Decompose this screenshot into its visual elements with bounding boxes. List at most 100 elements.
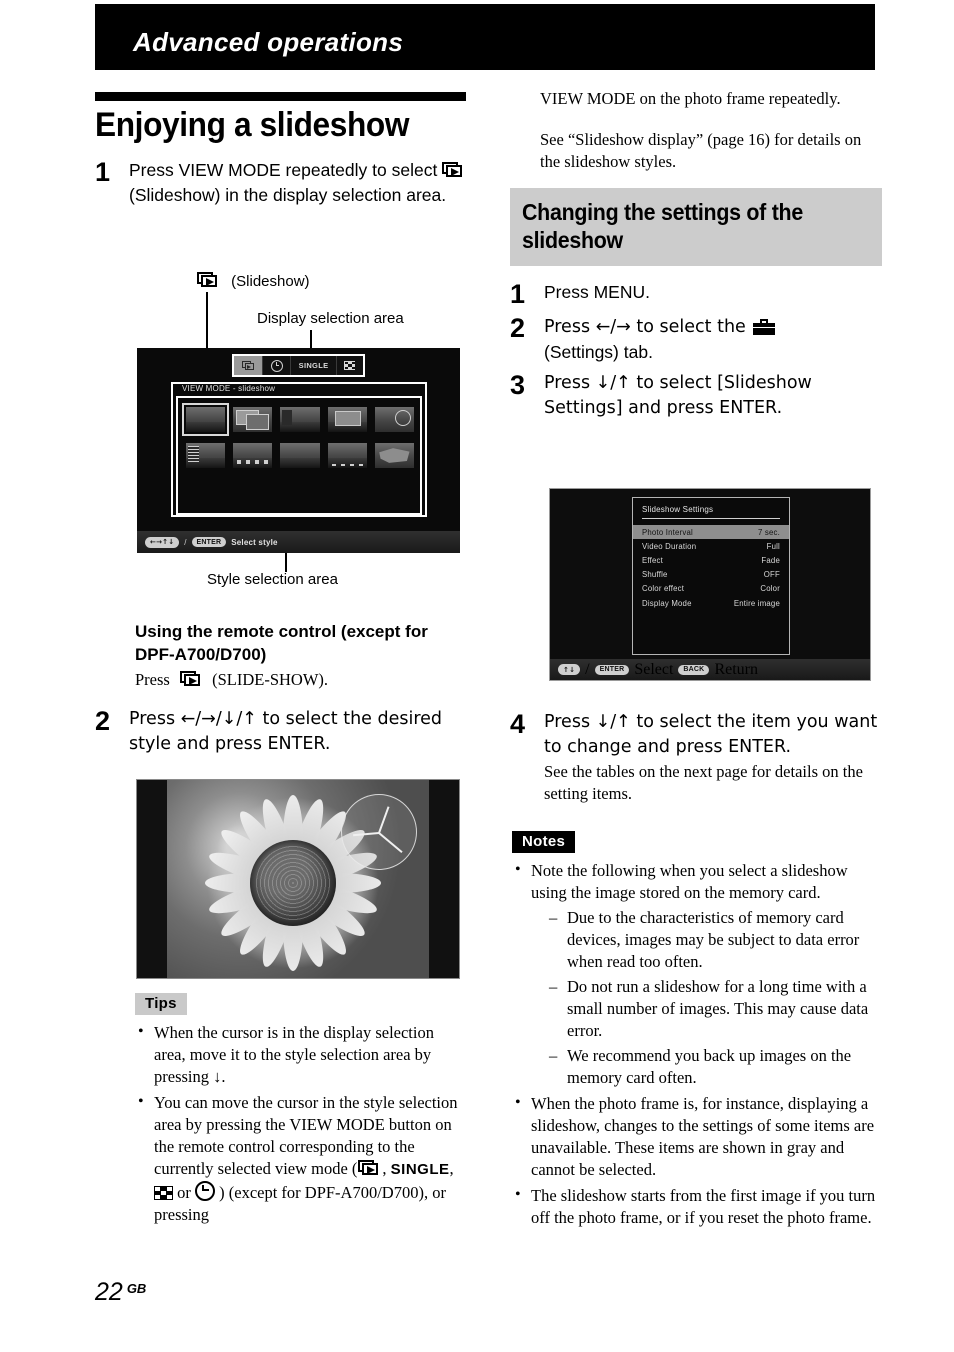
bottom-bar-separator: / — [184, 537, 187, 547]
note-subitem: Due to the characteristics of memory car… — [549, 907, 884, 973]
settings-row-value: Full — [766, 541, 780, 551]
style-thumbnail[interactable] — [327, 443, 367, 468]
slideshow-icon — [179, 671, 202, 688]
step-1-text-a: Press VIEW MODE repeatedly to select — [129, 160, 438, 180]
settings-step-2-text-a: Press ←/→ to select the — [544, 316, 746, 337]
remote-control-heading: Using the remote control (except for DPF… — [135, 622, 428, 664]
tips-list: When the cursor is in the display select… — [135, 1021, 467, 1226]
right-column: VIEW MODE on the photo frame repeatedly.… — [510, 88, 882, 427]
section-band: Changing the settings of the slideshow — [510, 187, 882, 266]
tip-item: You can move the cursor in the style sel… — [135, 1091, 467, 1226]
settings-row-value: Entire image — [733, 598, 780, 608]
leader-line-style-area-v — [285, 552, 287, 572]
settings-step-2-text-b: (Settings) tab. — [544, 341, 653, 362]
settings-row-label: Effect — [642, 555, 663, 565]
settings-row-value: 7 sec. — [757, 527, 780, 537]
note-item: Note the following when you select a sli… — [512, 859, 884, 1089]
settings-row-display-mode[interactable]: Display Mode Entire image — [633, 596, 789, 610]
bottom-bar-action: Select style — [231, 537, 278, 547]
bottom-bar-separator: / — [585, 660, 590, 678]
callout-slideshow-label: (Slideshow) — [231, 273, 310, 290]
single-mode-label: SINGLE — [390, 1161, 450, 1178]
viewmode-tab-multi[interactable] — [337, 356, 363, 375]
viewmode-tab-clock[interactable] — [263, 356, 292, 375]
dpad-indicator: ↑↓ — [558, 664, 581, 675]
step-2: 2 Press ←/→/↓/↑ to select the desired st… — [95, 707, 467, 757]
style-thumbnail[interactable] — [280, 407, 320, 432]
note-subitem: We recommend you back up images on the m… — [549, 1045, 884, 1089]
notes-block: Notes Note the following when you select… — [512, 831, 884, 1233]
style-thumbnail-grid[interactable] — [181, 403, 416, 473]
callout-slideshow: (Slideshow) — [197, 272, 310, 290]
notes-list: Note the following when you select a sli… — [512, 859, 884, 1229]
page-number: 22 — [95, 1278, 123, 1306]
settings-step-3-number: 3 — [510, 369, 526, 400]
note-item-text: Note the following when you select a sli… — [531, 861, 848, 902]
settings-row-effect[interactable]: Effect Fade — [633, 553, 789, 567]
settings-row-shuffle[interactable]: Shuffle OFF — [633, 568, 789, 582]
callout-display-selection-area: Display selection area — [257, 310, 404, 327]
style-thumbnail[interactable] — [233, 443, 273, 468]
sunflower-center — [249, 839, 336, 926]
viewmode-tab-slideshow[interactable] — [234, 356, 264, 375]
tips-block: Tips When the cursor is in the display s… — [135, 993, 467, 1230]
settings-row-label: Color effect — [642, 584, 685, 594]
clock-icon — [270, 359, 283, 372]
settings-step-2: 2 Press ←/→ to select the (Settings) tab… — [510, 314, 882, 365]
tip-sep-1: , — [382, 1159, 387, 1178]
style-thumbnail[interactable] — [374, 443, 414, 468]
style-thumbnail[interactable] — [233, 407, 273, 432]
slideshow-icon — [241, 360, 255, 371]
settings-row-value: Fade — [761, 555, 780, 565]
bottom-bar-action-select: Select — [634, 660, 674, 678]
back-key-indicator: BACK — [678, 664, 710, 675]
display-selection-bar[interactable]: SINGLE — [232, 354, 365, 377]
viewmode-tab-single[interactable]: SINGLE — [291, 356, 337, 375]
sunflower-photo — [167, 780, 429, 978]
step-2-number: 2 — [95, 706, 111, 736]
settings-row-color-effect[interactable]: Color effect Color — [633, 582, 789, 596]
style-thumbnail[interactable] — [327, 407, 367, 432]
page-title: Enjoying a slideshow — [95, 106, 410, 144]
continued-text-2: See “Slideshow display” (page 16) for de… — [540, 129, 862, 172]
page-folio: 22 GB — [95, 1278, 146, 1307]
style-thumbnail[interactable] — [186, 443, 226, 468]
settings-bottom-bar: ↑↓ / ENTER Select BACK Return — [550, 659, 870, 680]
settings-step-1-text: Press MENU. — [544, 281, 650, 302]
step-1-text-b: (Slideshow) in the display selection are… — [129, 185, 447, 205]
viewmode-screenshot: SINGLE VIEW MODE - slideshow ←→↑↓ / ENTE… — [137, 348, 460, 553]
notes-badge: Notes — [512, 831, 576, 853]
multi-image-icon — [154, 1186, 173, 1200]
viewmode-panel-label: VIEW MODE - slideshow — [182, 384, 276, 393]
tip-sep-2: , — [449, 1159, 454, 1178]
settings-rows[interactable]: Photo Interval 7 sec. Video Duration Ful… — [633, 519, 789, 610]
style-thumbnail[interactable] — [374, 407, 414, 432]
slideshow-icon — [358, 1160, 380, 1177]
settings-step-4-text: Press ↓/↑ to select the item you want to… — [544, 712, 878, 757]
settings-row-label: Video Duration — [642, 541, 697, 551]
settings-step-4: 4 Press ↓/↑ to select the item you want … — [510, 710, 885, 805]
note-subitem: Do not run a slideshow for a long time w… — [549, 976, 884, 1042]
tip-item: When the cursor is in the display select… — [135, 1021, 467, 1088]
settings-row-label: Photo Interval — [642, 527, 693, 537]
slideshow-settings-screenshot: Slideshow Settings Photo Interval 7 sec.… — [549, 488, 871, 681]
settings-step-1: 1 Press MENU. — [510, 280, 882, 308]
dpad-indicator: ←→↑↓ — [145, 536, 180, 548]
remote-control-block: Using the remote control (except for DPF… — [135, 620, 467, 692]
settings-row-label: Display Mode — [642, 598, 692, 608]
settings-toolbox-icon — [752, 318, 775, 335]
style-thumbnail[interactable] — [280, 443, 320, 468]
settings-menu-panel: Slideshow Settings Photo Interval 7 sec.… — [632, 497, 790, 655]
style-thumbnail[interactable] — [181, 403, 230, 436]
settings-step-4-subtext: See the tables on the next page for deta… — [544, 762, 863, 803]
continued-text-1: VIEW MODE on the photo frame repeatedly. — [540, 89, 841, 108]
settings-row-video-duration[interactable]: Video Duration Full — [633, 539, 789, 553]
manual-page: Advanced operations Enjoying a slideshow… — [0, 0, 954, 1352]
settings-step-3: 3 Press ↓/↑ to select [Slideshow Setting… — [510, 371, 882, 421]
clock-overlay-icon — [341, 794, 417, 870]
note-item: When the photo frame is, for instance, d… — [512, 1092, 884, 1181]
remote-slideshow-label: (SLIDE-SHOW). — [212, 670, 329, 689]
bottom-bar-action-return: Return — [714, 660, 758, 678]
remote-press-label: Press — [135, 670, 170, 689]
settings-row-photo-interval[interactable]: Photo Interval 7 sec. — [633, 525, 789, 540]
